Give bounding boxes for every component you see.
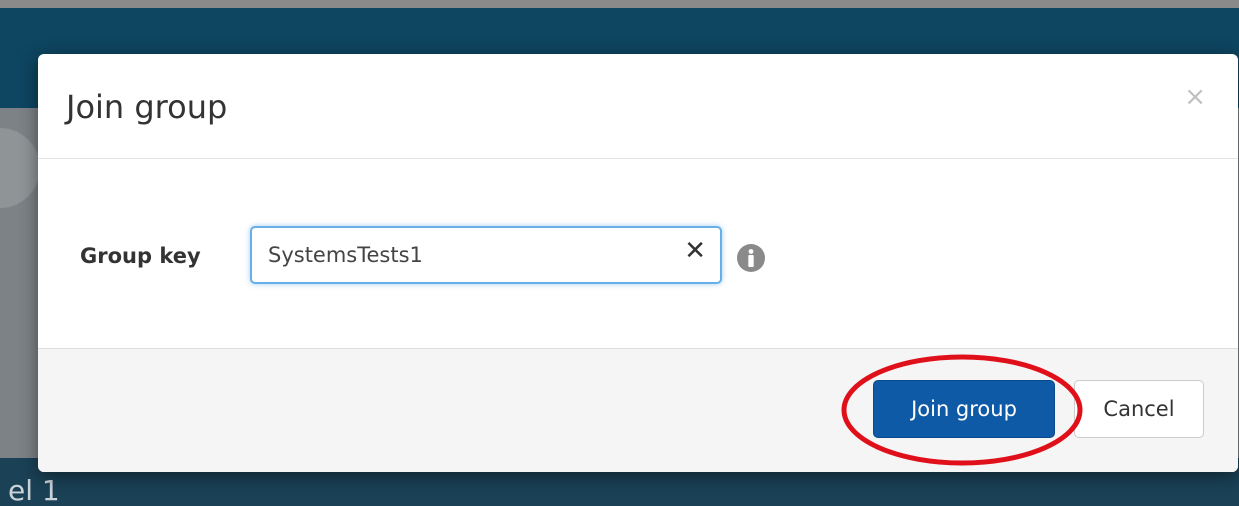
dialog-title: Join group: [66, 88, 228, 126]
background-partial-label: el 1: [8, 474, 60, 506]
join-group-button[interactable]: Join group: [873, 380, 1055, 438]
dialog-header: Join group ×: [38, 54, 1238, 159]
clear-input-icon[interactable]: ✕: [684, 238, 706, 264]
info-icon[interactable]: [736, 243, 766, 273]
group-key-field[interactable]: ✕: [250, 226, 722, 284]
dialog-footer: [38, 348, 1238, 472]
info-circle-icon: [737, 244, 765, 272]
screen: el 1 Join group × Group key ✕ Join group…: [0, 0, 1239, 506]
cancel-button[interactable]: Cancel: [1074, 380, 1204, 438]
group-key-input[interactable]: [266, 236, 660, 274]
group-key-label: Group key: [80, 244, 201, 268]
close-icon[interactable]: ×: [1184, 84, 1206, 110]
top-strip: [0, 0, 1239, 8]
